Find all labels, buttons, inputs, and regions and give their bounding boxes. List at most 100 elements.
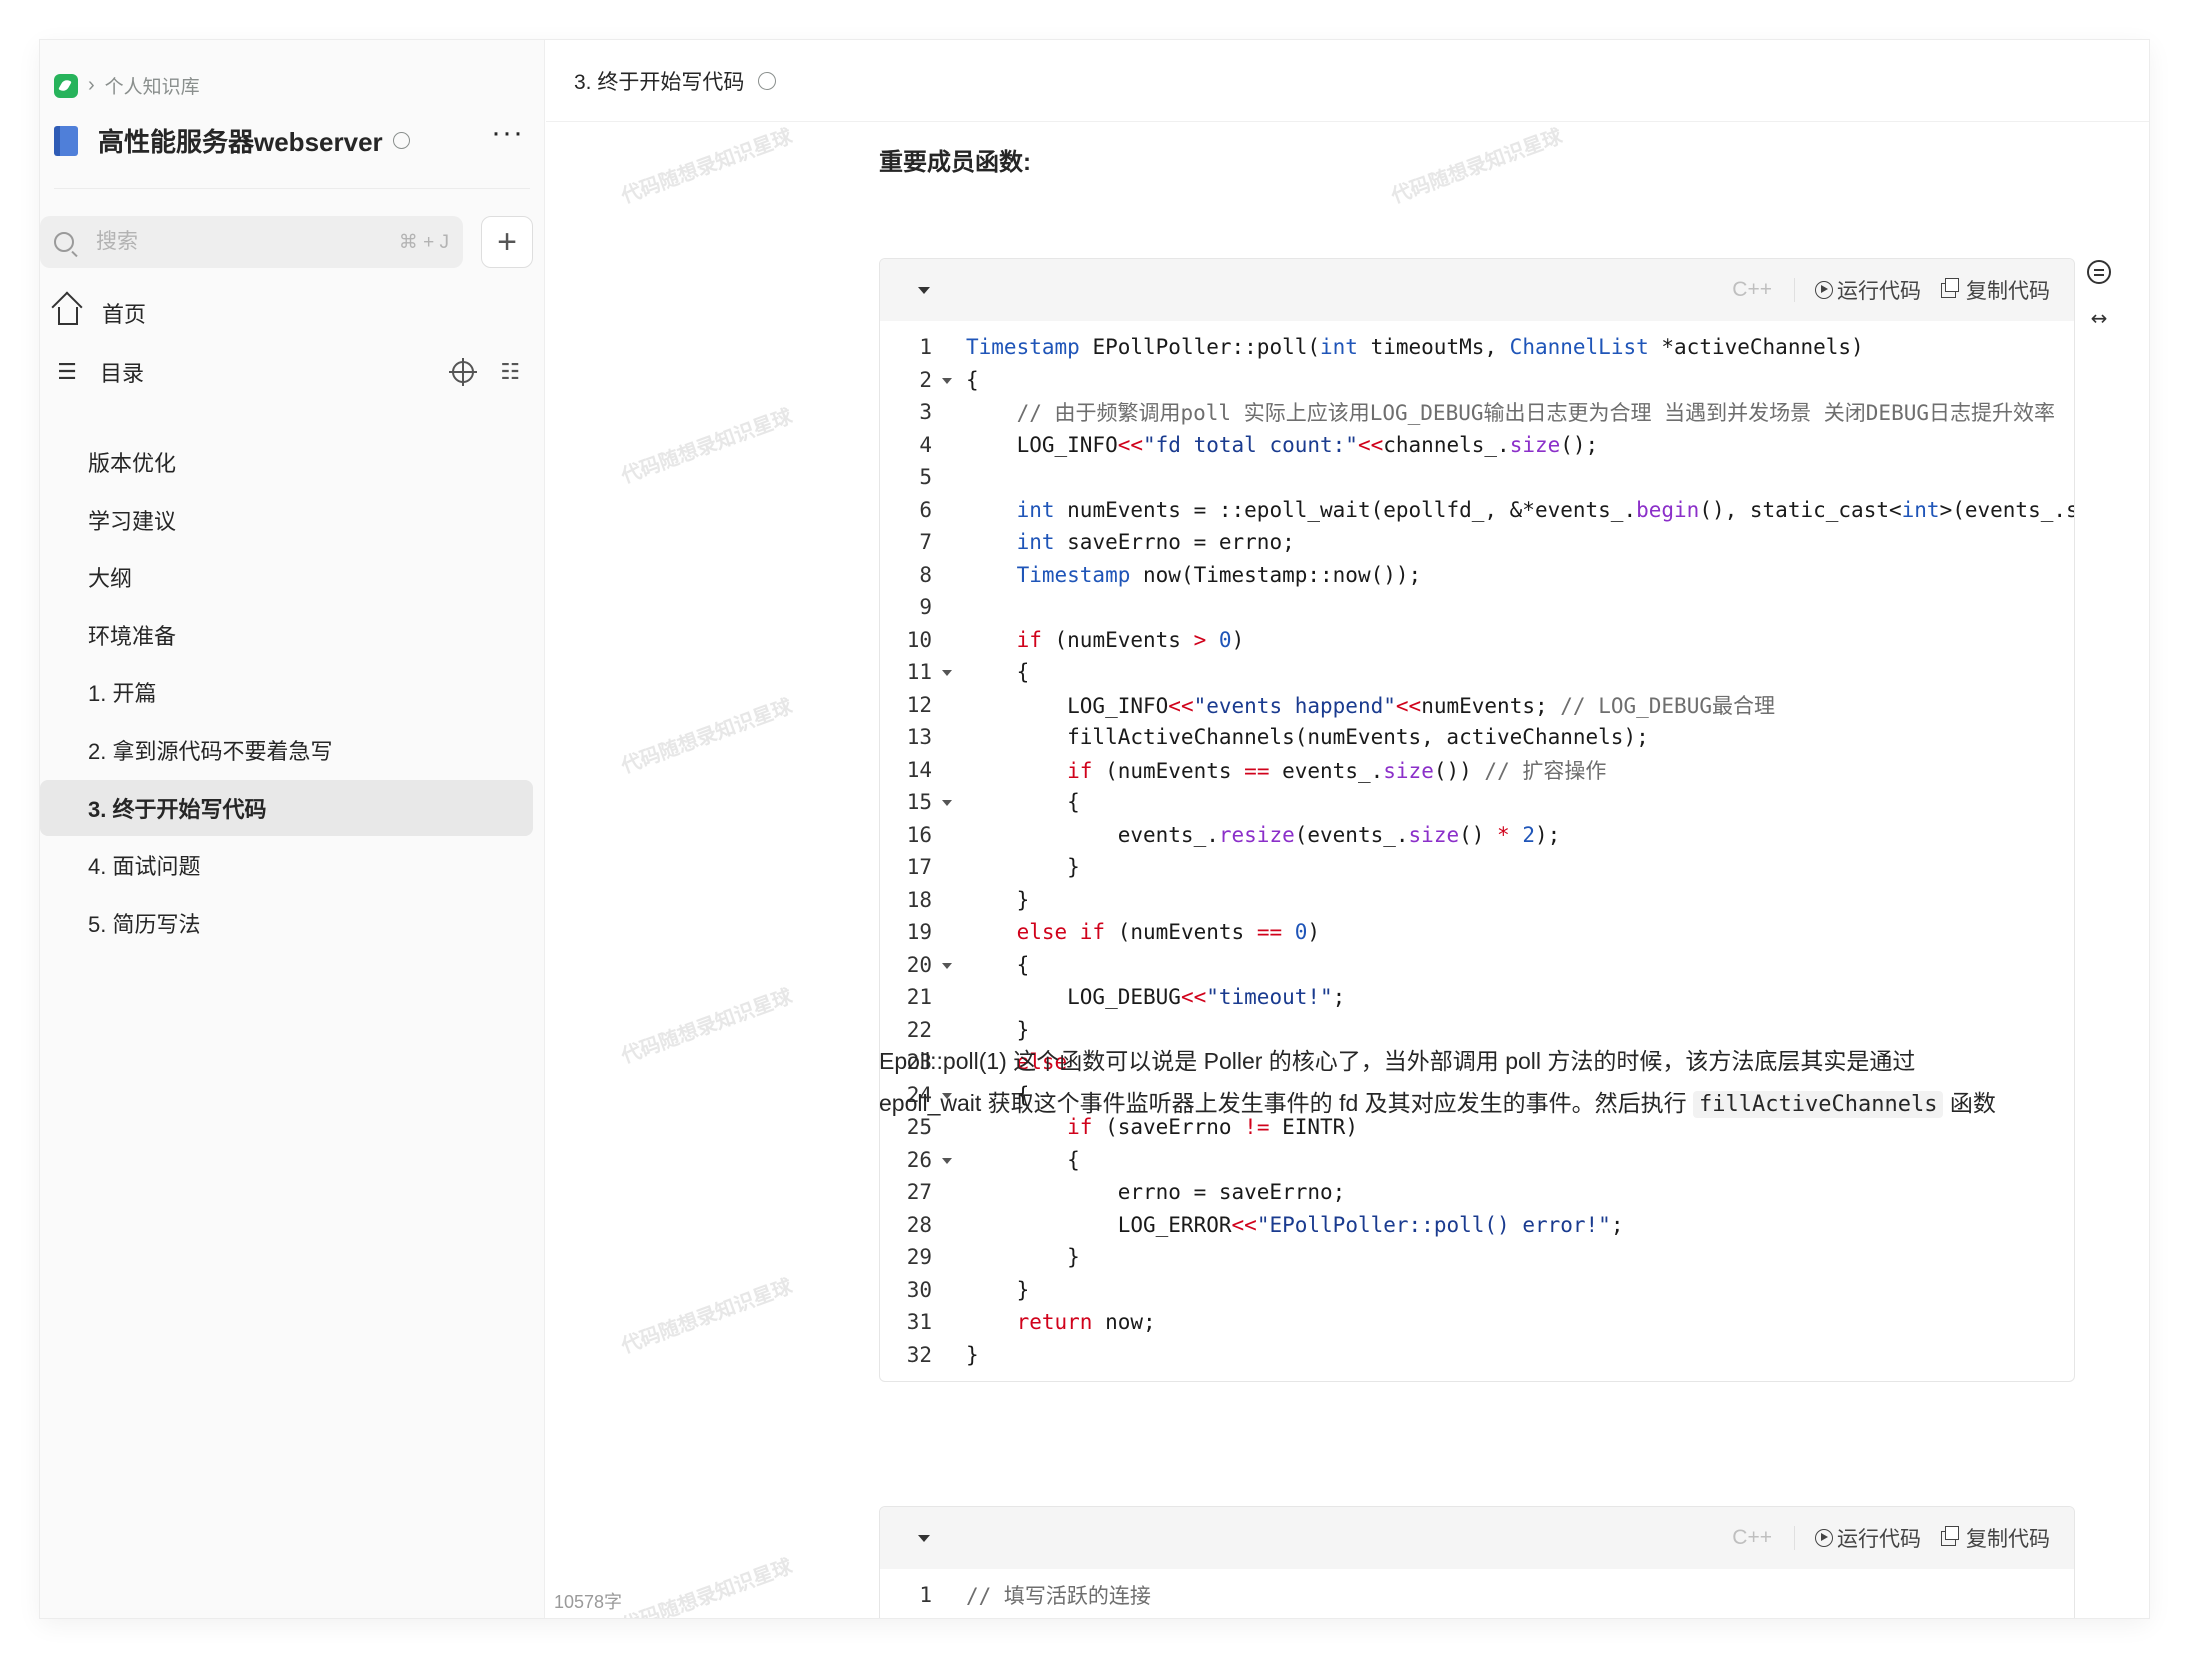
code-text: } <box>966 1277 1030 1302</box>
outline-toggle-icon[interactable]: ☷ <box>500 359 520 385</box>
code-text: LOG_DEBUG<<"timeout!"; <box>966 985 1346 1010</box>
code-text: Timestamp now(Timestamp::now()); <box>1016 562 1422 587</box>
home-icon <box>58 307 78 325</box>
expand-width-icon[interactable]: ↔ <box>2091 306 2108 330</box>
code-text: { <box>966 790 1080 815</box>
comment-icon[interactable] <box>2087 260 2111 284</box>
code-line: 26 { <box>880 1144 2074 1177</box>
breadcrumb-root[interactable]: 个人知识库 <box>105 72 200 99</box>
fold-toggle-icon[interactable] <box>932 660 966 684</box>
divider <box>1794 1526 1795 1550</box>
code-text: if (numEvents > 0) <box>1016 627 1245 652</box>
code-block-header: C++ 运行代码 复制代码 <box>880 259 2074 321</box>
line-number: 20 <box>906 952 932 977</box>
copy-code-button[interactable]: 复制代码 <box>1941 1523 2050 1553</box>
line-number: 7 <box>919 530 932 555</box>
book-title[interactable]: 高性能服务器webserver <box>98 122 383 159</box>
fold-toggle-icon[interactable] <box>932 1148 966 1172</box>
code-body[interactable]: 1 // 填写活跃的连接 <box>880 1569 2074 1618</box>
code-line: 15 { <box>880 786 2074 819</box>
toc-item-chapter-1[interactable]: 1. 开篇 <box>40 664 533 720</box>
line-number: 26 <box>906 1147 932 1172</box>
doc-info-icon[interactable] <box>758 71 777 90</box>
code-line: 8 Timestamp now(Timestamp::now()); <box>880 559 2074 592</box>
line-number: 18 <box>906 887 932 912</box>
code-text: events_.resize(events_.size() * 2); <box>966 822 1561 847</box>
line-number: 10 <box>906 627 932 652</box>
code-line: 31 return now; <box>880 1306 2074 1339</box>
search-input[interactable] <box>96 230 399 254</box>
app-logo-icon[interactable] <box>54 73 78 98</box>
code-line: 7 int saveErrno = errno; <box>880 526 2074 559</box>
toc-item-chapter-2[interactable]: 2. 拿到源代码不要着急写 <box>40 722 533 778</box>
body-paragraph: Epoll::poll(1) 这个函数可以说是 Poller 的核心了，当外部调… <box>879 1040 2079 1126</box>
line-number: 12 <box>906 692 932 717</box>
collapse-caret-icon[interactable] <box>918 286 930 294</box>
more-options-button[interactable]: ··· <box>491 116 524 150</box>
code-language[interactable]: C++ <box>1732 278 1772 302</box>
code-line: 16 events_.resize(events_.size() * 2); <box>880 819 2074 852</box>
copy-code-label: 复制代码 <box>1966 280 2050 303</box>
code-line: 20 { <box>880 949 2074 982</box>
toc-item-environment[interactable]: 环境准备 <box>40 607 533 663</box>
toc-item-chapter-3[interactable]: 3. 终于开始写代码 <box>40 779 533 836</box>
line-number: 11 <box>906 660 932 685</box>
code-line: 1 // 填写活跃的连接 <box>880 1579 2074 1612</box>
add-button[interactable]: + <box>481 216 533 268</box>
paragraph-line-2-prefix: epoll_wait 获取这个事件监听器上发生事件的 fd 及其对应发生的事件。… <box>879 1090 1694 1116</box>
code-line: 4 LOG_INFO<<"fd total count:"<<channels_… <box>880 429 2074 462</box>
book-icon <box>54 125 78 156</box>
code-text: } <box>966 1342 979 1367</box>
code-text: return now; <box>1016 1310 1156 1335</box>
code-line: 1 Timestamp EPollPoller::poll(int timeout… <box>880 331 2074 364</box>
code-text: } <box>966 855 1080 880</box>
fold-toggle-icon[interactable] <box>932 368 966 392</box>
paragraph-line-2-suffix: 函数 <box>1943 1090 1996 1116</box>
code-text: int numEvents = ::epoll_wait(epollfd_, &… <box>1016 497 2074 522</box>
code-text: LOG_ERROR<<"EPollPoller::poll() error!"; <box>966 1212 1624 1237</box>
nav-home[interactable]: 首页 <box>54 293 534 333</box>
line-number: 29 <box>906 1245 932 1270</box>
toc-item-study-advice[interactable]: 学习建议 <box>40 492 533 548</box>
code-line: 12 LOG_INFO<<"events happend"<<numEvents… <box>880 689 2074 722</box>
fold-toggle-icon[interactable] <box>932 790 966 814</box>
run-code-button[interactable]: 运行代码 <box>1815 275 1921 305</box>
code-language[interactable]: C++ <box>1732 1526 1772 1550</box>
toc-item-chapter-5[interactable]: 5. 简历写法 <box>40 895 533 951</box>
copy-icon <box>1941 277 1959 298</box>
code-text: LOG_INFO<<"events happend"<<numEvents; /… <box>966 693 1775 718</box>
toc-item-outline[interactable]: 大纲 <box>40 549 533 605</box>
doc-title: 3. 终于开始写代码 <box>574 70 745 94</box>
copy-icon <box>1941 1525 1959 1546</box>
code-text: // 由于频繁调用poll 实际上应该用LOG_DEBUG输出日志更为合理 当遇… <box>1016 401 2056 426</box>
nav-toc[interactable]: ☰ 目录 ☷ <box>54 352 534 392</box>
inline-code: fillActiveChannels <box>1693 1091 1944 1118</box>
code-text: { <box>966 660 1030 685</box>
toc-item-chapter-4[interactable]: 4. 面试问题 <box>40 837 533 893</box>
line-number: 8 <box>919 562 932 587</box>
code-line: 11 { <box>880 656 2074 689</box>
search-box[interactable]: ⌘ + J <box>40 216 463 268</box>
info-icon[interactable] <box>392 132 410 149</box>
line-number: 32 <box>906 1342 932 1367</box>
copy-code-button[interactable]: 复制代码 <box>1941 275 2050 305</box>
line-number: 27 <box>906 1180 932 1205</box>
locate-icon[interactable] <box>449 358 478 386</box>
sidebar: › 个人知识库 高性能服务器webserver ··· ⌘ + J + 首页 ☰… <box>40 40 545 1618</box>
fold-toggle-icon[interactable] <box>932 953 966 977</box>
line-number: 19 <box>906 920 932 945</box>
code-text: } <box>966 1245 1080 1270</box>
code-text: } <box>966 1017 1030 1042</box>
code-line: 21 LOG_DEBUG<<"timeout!"; <box>880 981 2074 1014</box>
run-code-button[interactable]: 运行代码 <box>1815 1523 1921 1553</box>
toc-item-version-optimization[interactable]: 版本优化 <box>40 434 533 490</box>
line-number: 4 <box>919 432 932 457</box>
collapse-caret-icon[interactable] <box>918 1534 930 1542</box>
word-count: 10578字 <box>554 1592 623 1612</box>
app-window: › 个人知识库 高性能服务器webserver ··· ⌘ + J + 首页 ☰… <box>40 40 2149 1618</box>
code-block: C++ 运行代码 复制代码 1 Timestamp EPollPoller::po… <box>879 258 2075 1382</box>
copy-code-label: 复制代码 <box>1966 1528 2050 1551</box>
code-body[interactable]: 1 Timestamp EPollPoller::poll(int timeout… <box>880 321 2074 1381</box>
breadcrumb: › 个人知识库 <box>54 72 200 99</box>
code-block: C++ 运行代码 复制代码 1 // 填写活跃的连接 <box>879 1506 2075 1618</box>
